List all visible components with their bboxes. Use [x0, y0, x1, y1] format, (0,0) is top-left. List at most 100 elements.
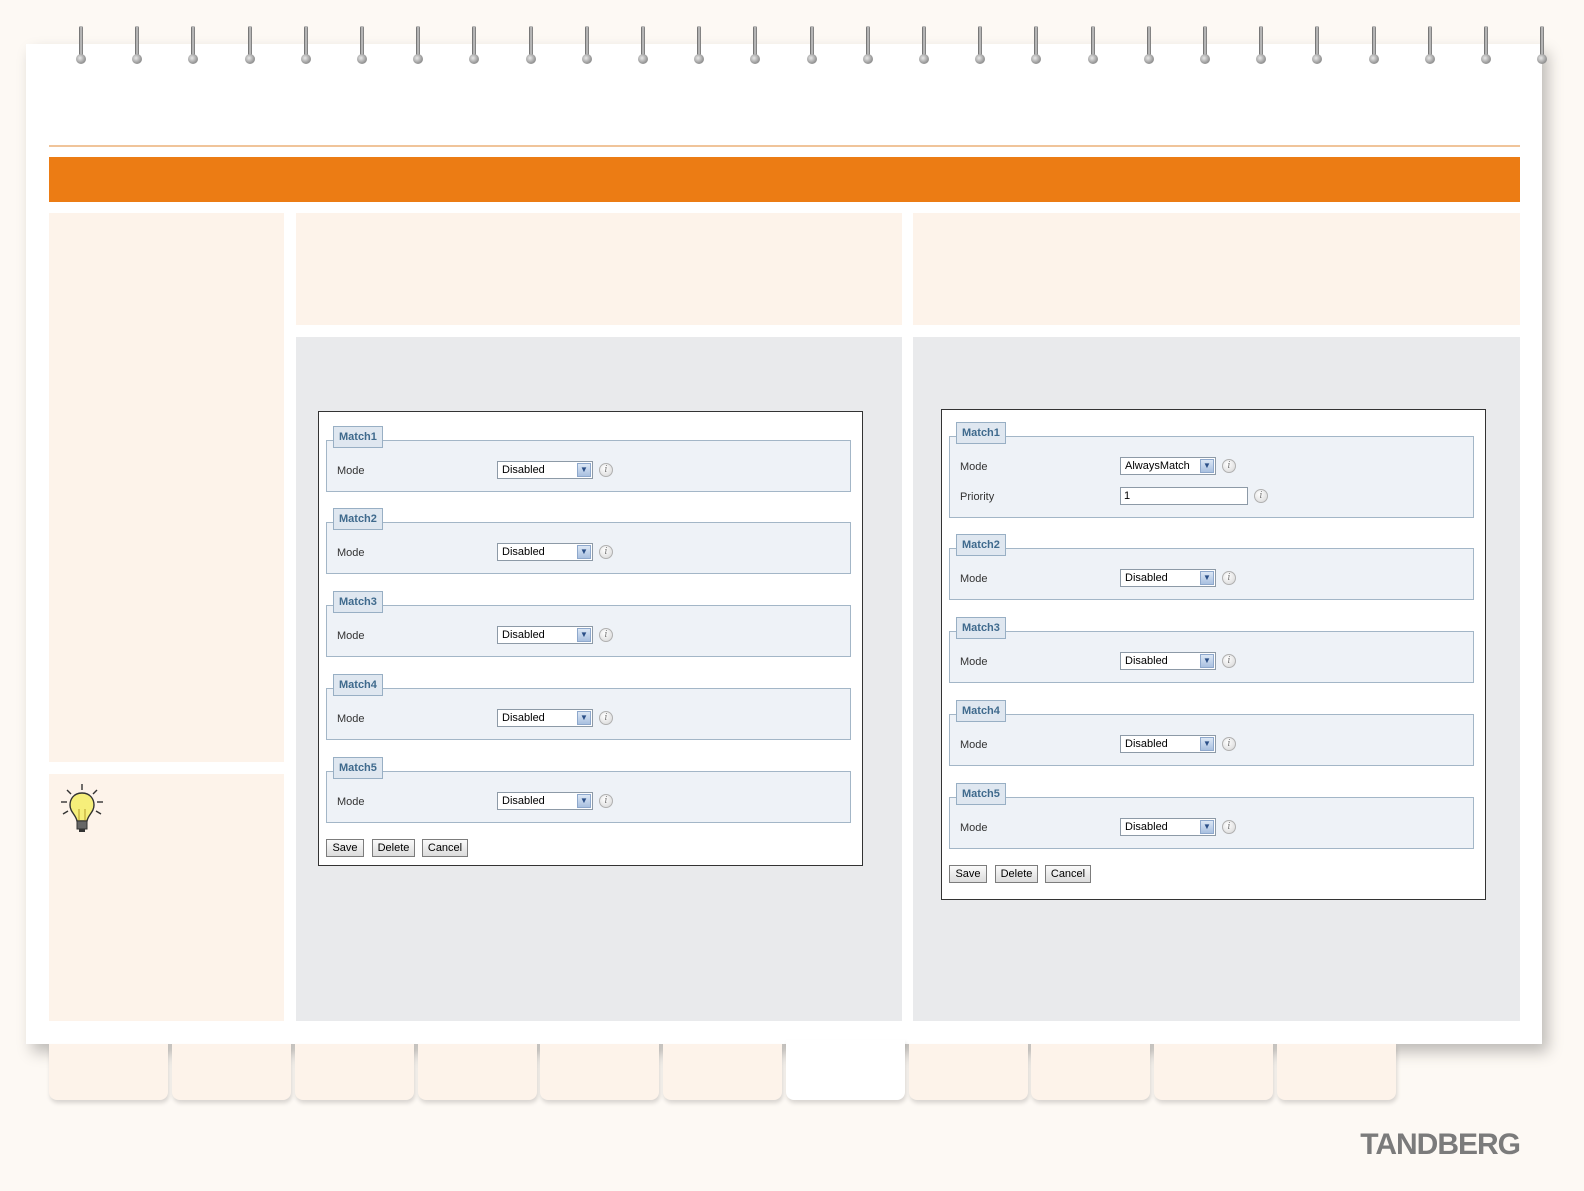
match1-priority-input[interactable]: 1	[1120, 487, 1248, 505]
mode-label: Mode	[960, 739, 988, 751]
chevron-down-icon[interactable]: ▼	[1200, 820, 1214, 834]
match3-fieldset: Match3 Mode Disabled ▼ i	[326, 591, 851, 657]
binding-ring	[1368, 24, 1383, 68]
info-icon[interactable]: i	[1254, 489, 1268, 503]
match5-fieldset: Match5 Mode Disabled ▼ i	[949, 783, 1474, 849]
match4-fieldset: Match4 Mode Disabled ▼ i	[949, 700, 1474, 766]
nav-tab-3[interactable]	[295, 1044, 414, 1100]
nav-tab-9[interactable]	[1031, 1044, 1150, 1100]
delete-button[interactable]: Delete	[372, 839, 415, 857]
binding-ring	[806, 24, 821, 68]
priority-label: Priority	[960, 491, 995, 503]
nav-tab-11[interactable]	[1277, 1044, 1396, 1100]
info-icon[interactable]: i	[599, 711, 613, 725]
select-value: Disabled	[502, 795, 545, 807]
match3-legend: Match3	[333, 591, 383, 613]
binding-ring	[132, 24, 146, 68]
match5-mode-select[interactable]: Disabled ▼	[497, 792, 593, 810]
info-icon[interactable]: i	[1222, 654, 1236, 668]
match3-legend: Match3	[956, 617, 1006, 639]
chevron-down-icon[interactable]: ▼	[1200, 654, 1214, 668]
select-value: Disabled	[1125, 655, 1168, 667]
nav-tab-10[interactable]	[1154, 1044, 1273, 1100]
right-column-header	[913, 213, 1520, 325]
nav-tab-2[interactable]	[172, 1044, 291, 1100]
mode-label: Mode	[960, 461, 988, 473]
info-icon[interactable]: i	[599, 545, 613, 559]
match4-legend: Match4	[956, 700, 1006, 722]
match1-legend: Match1	[956, 422, 1006, 444]
mode-label: Mode	[337, 713, 365, 725]
match1-mode-select[interactable]: AlwaysMatch ▼	[1120, 457, 1216, 475]
save-button[interactable]: Save	[949, 865, 987, 883]
binding-ring	[1256, 24, 1270, 68]
info-icon[interactable]: i	[599, 628, 613, 642]
binding-ring	[1424, 24, 1439, 68]
nav-tab-5[interactable]	[540, 1044, 659, 1100]
sidebar-panel	[49, 213, 284, 762]
chevron-down-icon[interactable]: ▼	[577, 463, 591, 477]
match3-mode-select[interactable]: Disabled ▼	[497, 626, 593, 644]
match5-legend: Match5	[333, 757, 383, 779]
binding-ring	[469, 24, 483, 68]
match4-mode-select[interactable]: Disabled ▼	[497, 709, 593, 727]
mode-label: Mode	[960, 573, 988, 585]
match1-fieldset: Match1 Mode Disabled ▼ i	[326, 426, 851, 492]
binding-ring	[76, 24, 90, 68]
select-value: Disabled	[502, 712, 545, 724]
chevron-down-icon[interactable]: ▼	[1200, 459, 1214, 473]
match4-fieldset: Match4 Mode Disabled ▼ i	[326, 674, 851, 740]
info-icon[interactable]: i	[599, 794, 613, 808]
header-divider	[49, 145, 1520, 147]
chevron-down-icon[interactable]: ▼	[577, 545, 591, 559]
binding-ring	[638, 24, 652, 68]
match2-mode-select[interactable]: Disabled ▼	[497, 543, 593, 561]
match4-mode-select[interactable]: Disabled ▼	[1120, 735, 1216, 753]
binding-ring	[694, 24, 708, 68]
chevron-down-icon[interactable]: ▼	[1200, 571, 1214, 585]
binding-ring	[300, 24, 315, 68]
select-value: Disabled	[502, 629, 545, 641]
tandberg-logo: TANDBERG	[1360, 1128, 1521, 1161]
chevron-down-icon[interactable]: ▼	[577, 711, 591, 725]
match5-fieldset: Match5 Mode Disabled ▼ i	[326, 757, 851, 823]
delete-button[interactable]: Delete	[995, 865, 1038, 883]
chevron-down-icon[interactable]: ▼	[577, 628, 591, 642]
nav-tab-1[interactable]	[49, 1044, 168, 1100]
match5-mode-select[interactable]: Disabled ▼	[1120, 818, 1216, 836]
select-value: Disabled	[502, 546, 545, 558]
nav-tab-8[interactable]	[909, 1044, 1028, 1100]
cancel-button[interactable]: Cancel	[422, 839, 468, 857]
select-value: Disabled	[502, 464, 545, 476]
mode-label: Mode	[337, 630, 365, 642]
match2-mode-select[interactable]: Disabled ▼	[1120, 569, 1216, 587]
select-value: Disabled	[1125, 572, 1168, 584]
chevron-down-icon[interactable]: ▼	[1200, 737, 1214, 751]
match2-fieldset: Match2 Mode Disabled ▼ i	[949, 534, 1474, 600]
info-icon[interactable]: i	[1222, 737, 1236, 751]
info-icon[interactable]: i	[599, 463, 613, 477]
select-value: Disabled	[1125, 738, 1168, 750]
match3-mode-select[interactable]: Disabled ▼	[1120, 652, 1216, 670]
binding-ring	[1143, 24, 1158, 68]
match1-mode-select[interactable]: Disabled ▼	[497, 461, 593, 479]
binding-ring	[1200, 24, 1214, 68]
match1-fieldset: Match1 Mode AlwaysMatch ▼ i Priority 1 i	[949, 422, 1474, 518]
nav-tab-4[interactable]	[418, 1044, 537, 1100]
binding-ring	[581, 24, 596, 68]
chevron-down-icon[interactable]: ▼	[577, 794, 591, 808]
binding-ring	[862, 24, 877, 68]
binding-ring	[1537, 24, 1551, 68]
binding-ring	[1087, 24, 1102, 68]
info-icon[interactable]: i	[1222, 820, 1236, 834]
nav-tab-7-active[interactable]	[786, 1040, 905, 1100]
info-icon[interactable]: i	[1222, 459, 1236, 473]
nav-tab-6[interactable]	[663, 1044, 782, 1100]
binding-ring	[1312, 24, 1326, 68]
match2-legend: Match2	[333, 508, 383, 530]
info-icon[interactable]: i	[1222, 571, 1236, 585]
save-button[interactable]: Save	[326, 839, 364, 857]
binding-ring	[1031, 24, 1045, 68]
spiral-binding	[0, 24, 1584, 74]
cancel-button[interactable]: Cancel	[1045, 865, 1091, 883]
